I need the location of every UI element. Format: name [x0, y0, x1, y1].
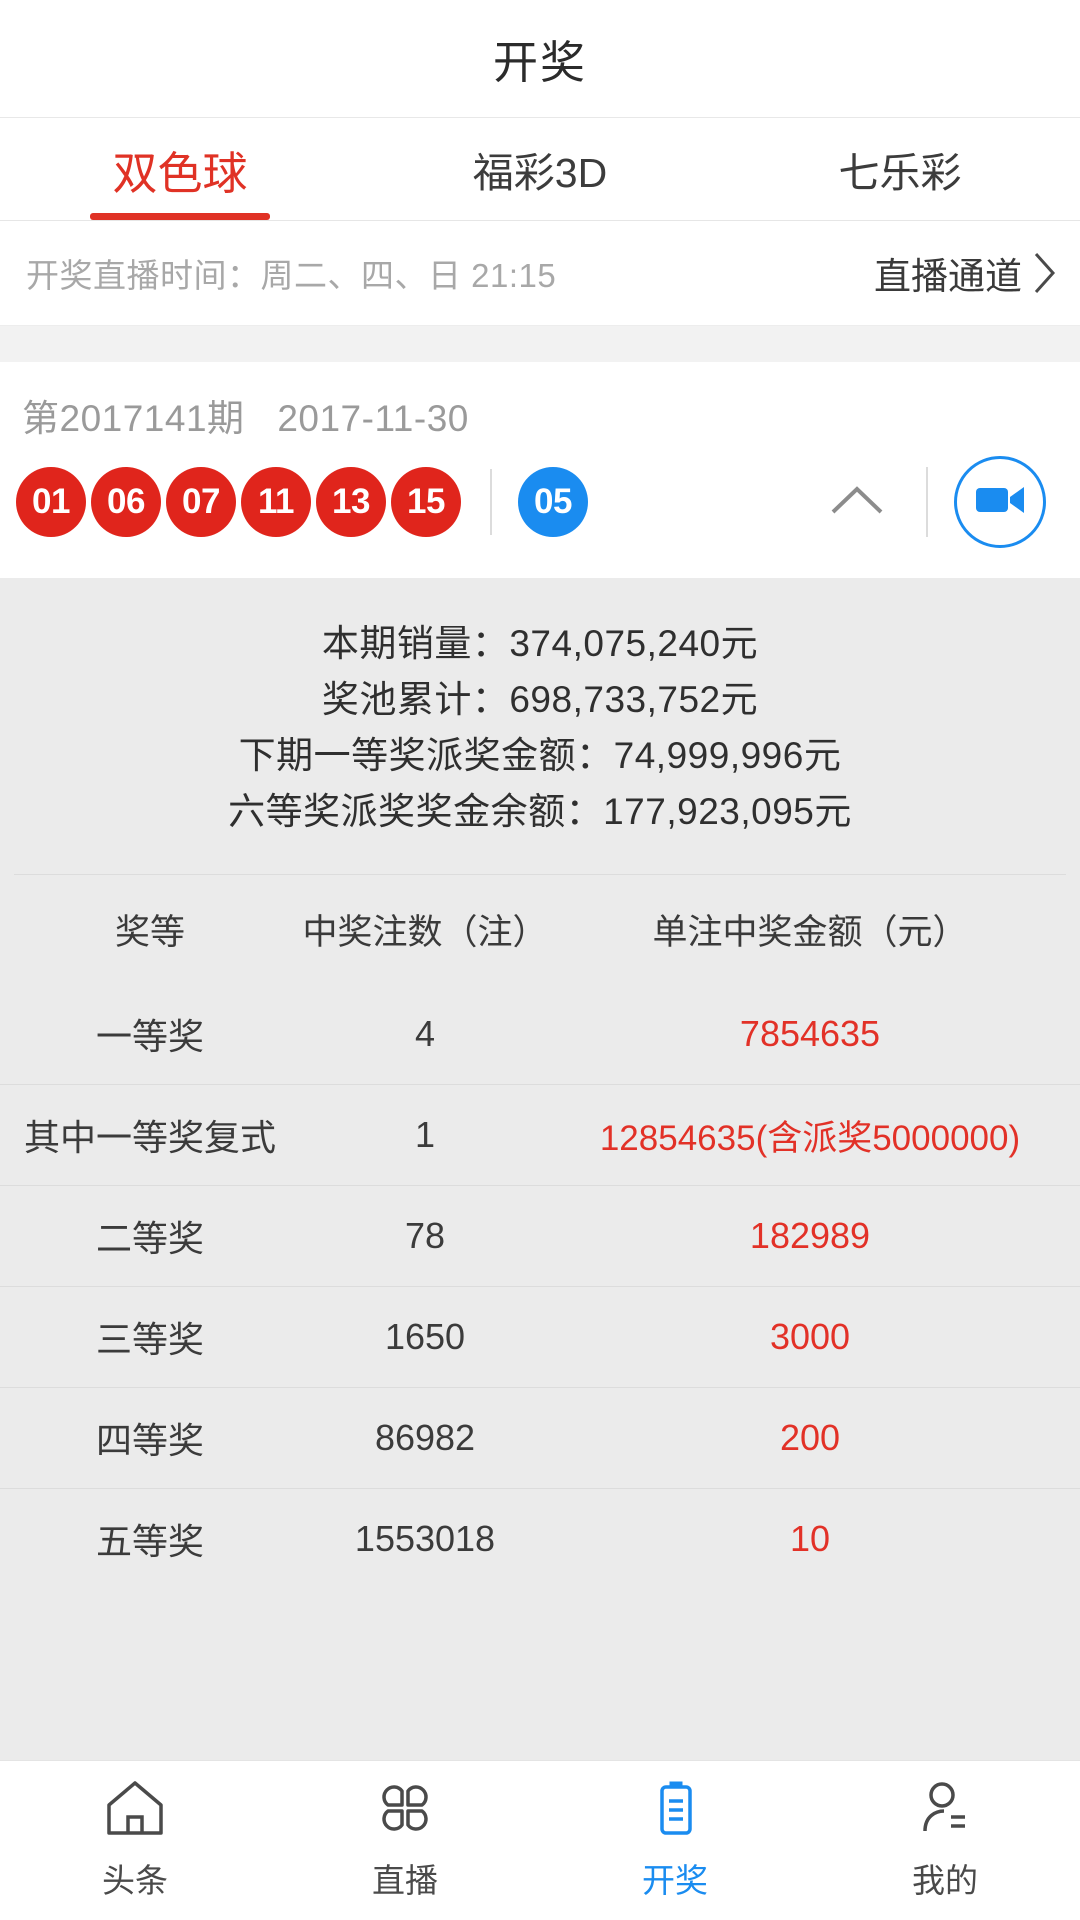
draw-meta-row: 第2017141期 2017-11-30	[0, 388, 1080, 442]
draw-date: 2017-11-30	[277, 398, 469, 439]
prize-count: 1553018	[354, 1518, 496, 1559]
nav-item-profile[interactable]: 我的	[810, 1779, 1080, 1902]
prize-amount: 3000	[769, 1316, 851, 1357]
collapse-details-button[interactable]	[814, 483, 900, 522]
summary-next-first-prize-bonus: 下期一等奖派奖金额：74,999,996元	[238, 735, 842, 776]
watch-live-video-button[interactable]	[954, 456, 1046, 548]
prize-level: 其中一等奖复式	[23, 1117, 276, 1158]
table-row: 四等奖 86982 200	[0, 1387, 1080, 1488]
table-header-row: 奖等 中奖注数（注） 单注中奖金额（元）	[0, 875, 1080, 983]
prize-amount: 7854635	[739, 1012, 881, 1054]
live-channel-link[interactable]: 直播通道	[874, 246, 1058, 300]
prize-level: 二等奖	[95, 1218, 204, 1259]
blue-ball: 05	[518, 467, 588, 537]
nav-item-live[interactable]: 直播	[270, 1779, 540, 1902]
app-root: 开奖 双色球 福彩3D 七乐彩 开奖直播时间：周二、四、日 21:15 直播通道…	[0, 0, 1080, 1920]
home-icon	[104, 1779, 166, 1842]
draw-period-line: 第2017141期 2017-11-30	[22, 388, 469, 442]
summary-jackpot: 奖池累计：698,733,752元	[321, 679, 759, 720]
live-channel-label: 直播通道	[874, 256, 1022, 297]
bottom-navigation-bar: 头条 直播 开奖 我的	[0, 1760, 1080, 1920]
prize-level: 四等奖	[95, 1420, 204, 1461]
table-row: 五等奖 1553018 10	[0, 1488, 1080, 1589]
live-schedule-text: 开奖直播时间：周二、四、日 21:15	[26, 257, 557, 294]
video-camera-icon	[974, 481, 1026, 524]
grid-clover-icon	[374, 1779, 436, 1842]
prize-count: 1	[414, 1114, 436, 1155]
tab-label: 双色球	[112, 147, 248, 199]
draw-summary-block: 本期销量：374,075,240元 奖池累计：698,733,752元 下期一等…	[0, 578, 1080, 874]
prize-amount: 200	[779, 1417, 841, 1458]
tab-label: 福彩3D	[472, 150, 608, 196]
chevron-up-icon	[829, 483, 885, 522]
tab-label: 七乐彩	[838, 150, 962, 196]
draw-balls-row: 01 06 07 11 13 15 05	[0, 456, 1080, 548]
tab-shuangseqiu[interactable]: 双色球	[0, 118, 360, 220]
prize-amount: 10	[789, 1518, 831, 1559]
nav-label: 直播	[372, 1862, 438, 1899]
nav-label: 开奖	[642, 1862, 708, 1899]
column-header-count: 中奖注数（注）	[302, 912, 548, 952]
tab-qilecai[interactable]: 七乐彩	[720, 118, 1080, 220]
prize-count: 86982	[374, 1417, 476, 1458]
lottery-type-tabs: 双色球 福彩3D 七乐彩	[0, 118, 1080, 221]
panel-pointer	[478, 578, 538, 579]
prize-level: 五等奖	[95, 1521, 204, 1562]
summary-sales: 本期销量：374,075,240元	[321, 623, 759, 664]
red-ball: 07	[166, 467, 236, 537]
nav-label: 我的	[912, 1862, 978, 1899]
page-title: 开奖	[492, 37, 587, 88]
chevron-right-icon	[1032, 251, 1058, 295]
draw-details-panel: 本期销量：374,075,240元 奖池累计：698,733,752元 下期一等…	[0, 578, 1080, 1760]
prize-count: 1650	[384, 1316, 466, 1357]
red-ball: 13	[316, 467, 386, 537]
summary-sixth-prize-balance: 六等奖派奖奖金余额：177,923,095元	[228, 791, 852, 832]
red-ball-group: 01 06 07 11 13 15	[16, 467, 466, 537]
top-bar: 开奖	[0, 0, 1080, 118]
action-divider	[926, 467, 928, 537]
prize-level: 三等奖	[95, 1319, 204, 1360]
prize-breakdown-table: 奖等 中奖注数（注） 单注中奖金额（元） 一等奖 4 7854635 其中一等奖…	[0, 875, 1080, 1589]
prize-amount: 12854635(含派奖5000000)	[599, 1118, 1021, 1158]
prize-amount: 182989	[749, 1215, 871, 1256]
red-ball: 01	[16, 467, 86, 537]
nav-item-headlines[interactable]: 头条	[0, 1779, 270, 1902]
prize-count: 78	[404, 1215, 446, 1256]
ball-divider	[490, 469, 492, 535]
column-header-level: 奖等	[114, 912, 185, 952]
section-gap	[0, 326, 1080, 362]
table-row: 一等奖 4 7854635	[0, 983, 1080, 1084]
table-row: 其中一等奖复式 1 12854635(含派奖5000000)	[0, 1084, 1080, 1185]
clipboard-icon	[644, 1779, 706, 1842]
draw-period: 第2017141期	[22, 398, 245, 439]
draw-result-card: 第2017141期 2017-11-30 01 06 07 11 13 15 0…	[0, 362, 1080, 578]
red-ball: 15	[391, 467, 461, 537]
column-header-amount: 单注中奖金额（元）	[652, 912, 968, 952]
blue-ball-group: 05	[518, 467, 593, 537]
table-row: 二等奖 78 182989	[0, 1185, 1080, 1286]
table-row: 三等奖 1650 3000	[0, 1286, 1080, 1387]
red-ball: 11	[241, 467, 311, 537]
red-ball: 06	[91, 467, 161, 537]
live-schedule-bar: 开奖直播时间：周二、四、日 21:15 直播通道	[0, 221, 1080, 326]
nav-label: 头条	[102, 1862, 168, 1899]
tab-fucai3d[interactable]: 福彩3D	[360, 118, 720, 220]
prize-level: 一等奖	[95, 1015, 204, 1057]
nav-item-draw-results[interactable]: 开奖	[540, 1779, 810, 1902]
tab-active-indicator	[90, 213, 270, 220]
prize-count: 4	[414, 1012, 436, 1054]
person-icon	[914, 1779, 976, 1842]
